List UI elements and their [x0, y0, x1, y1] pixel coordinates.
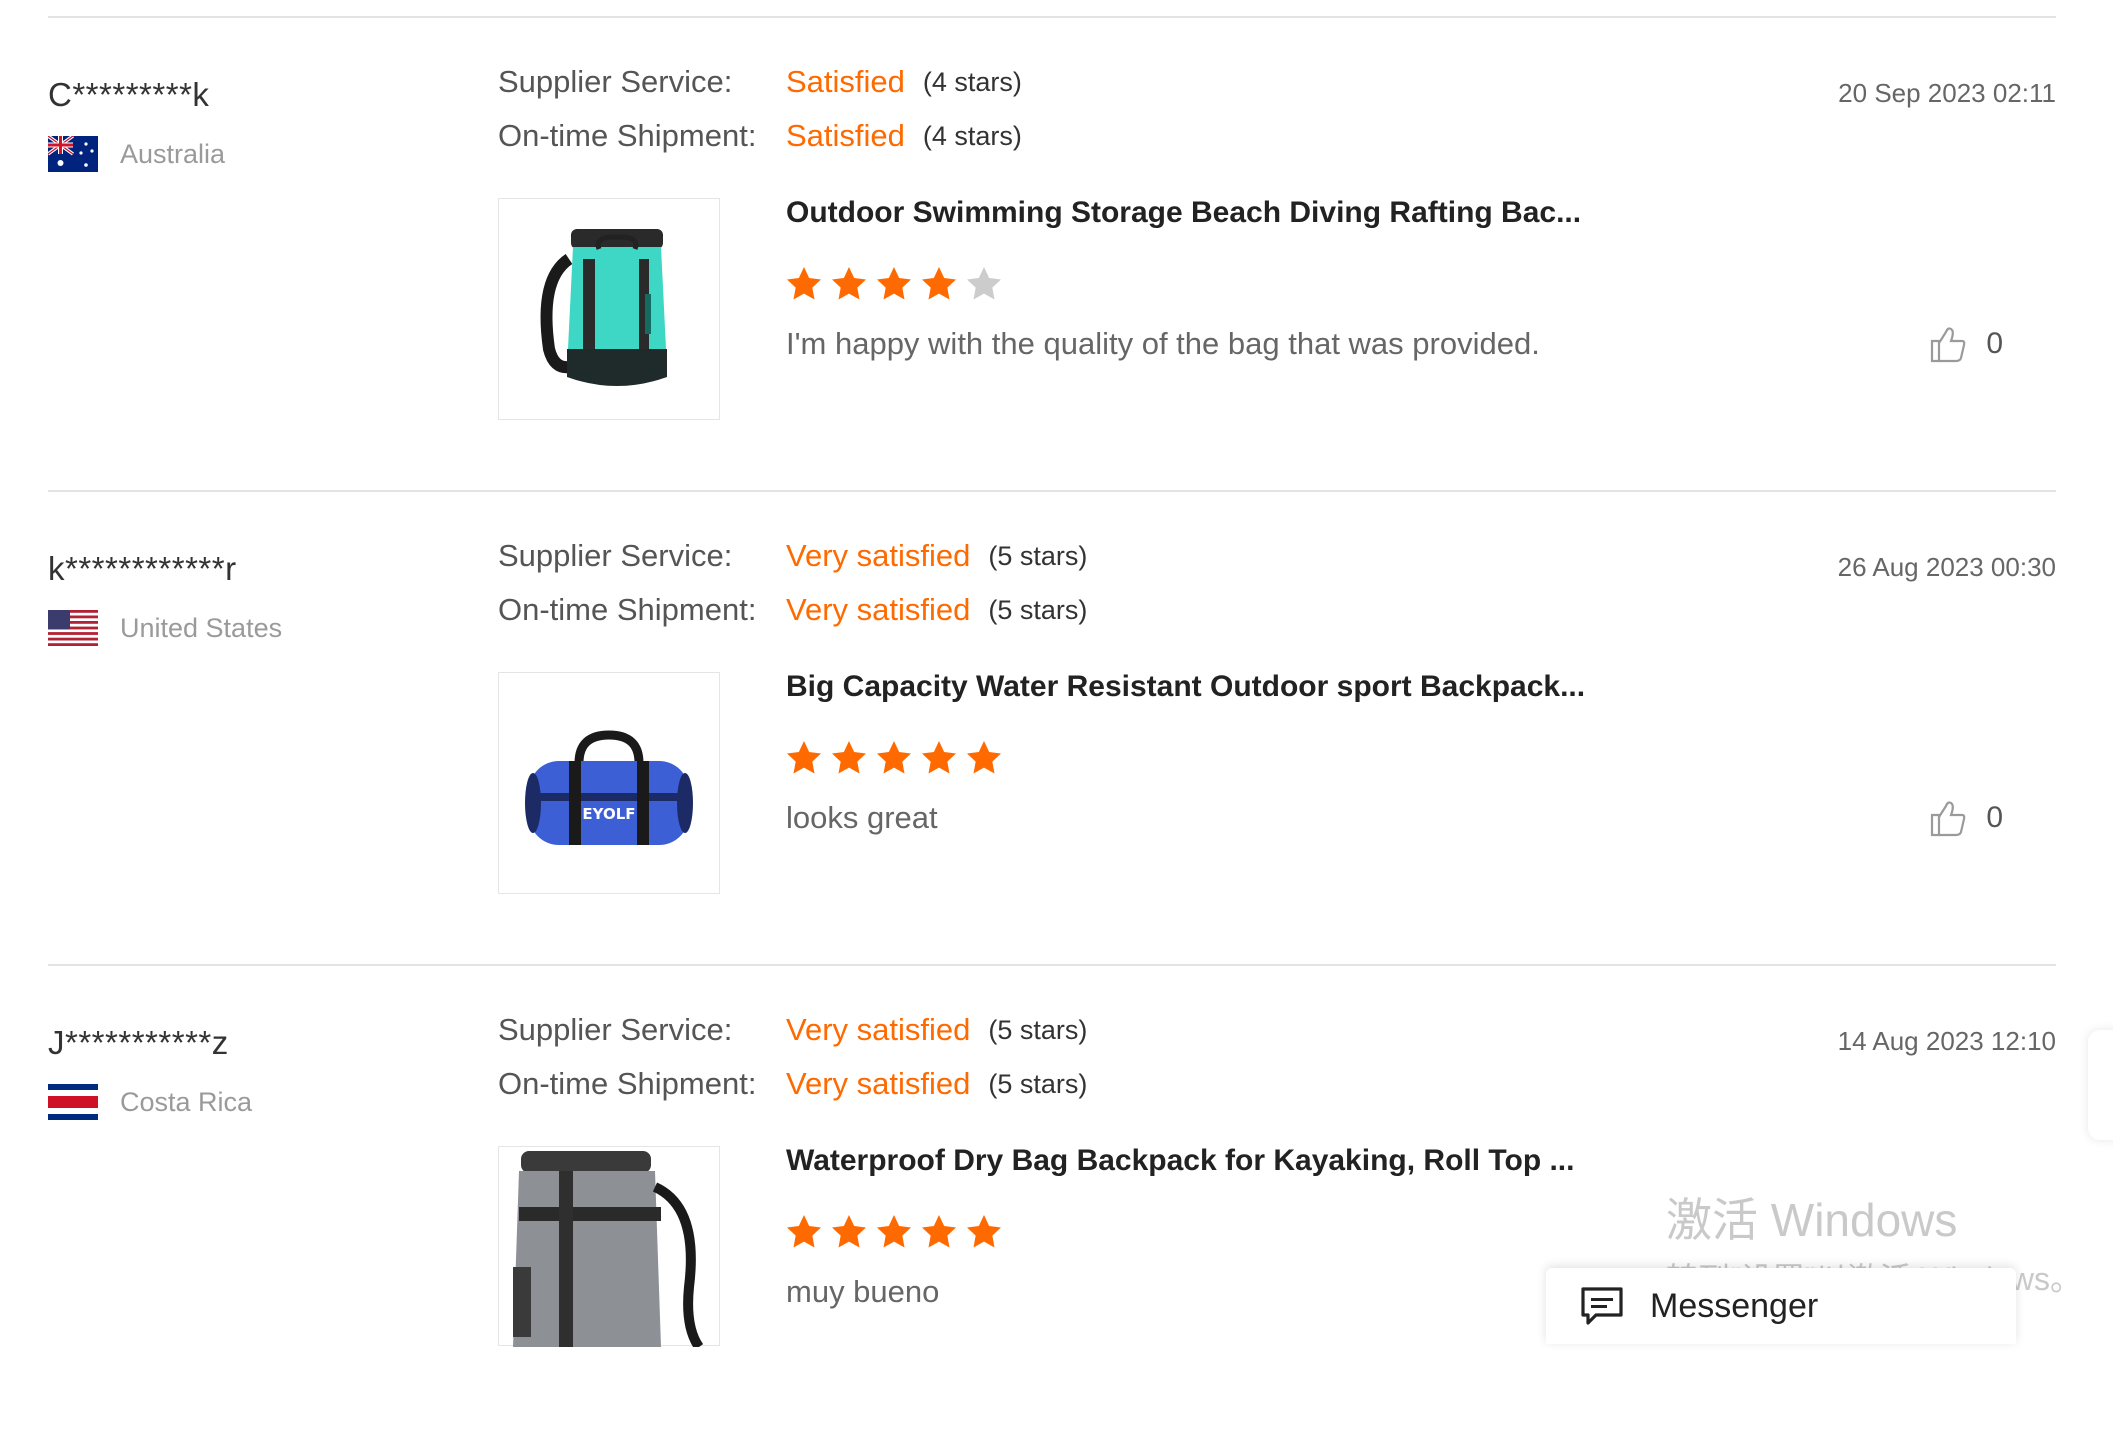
teal-dry-bag-backpack-image: [540, 229, 667, 386]
country-name: Australia: [120, 138, 226, 169]
thumbs-up-icon: [1931, 327, 1966, 363]
messenger-button[interactable]: Messenger: [1546, 1268, 2016, 1344]
country-name: United States: [120, 612, 283, 643]
supplier-service-stars: (4 stars): [922, 66, 1022, 97]
ontime-shipment-label: On-time Shipment:: [498, 118, 757, 153]
product-title[interactable]: Waterproof Dry Bag Backpack for Kayaking…: [786, 1144, 1574, 1178]
reviewer-name: k************r: [48, 550, 237, 587]
ontime-shipment-rating: On-time Shipment: Very satisfied (5 star…: [498, 588, 1087, 632]
costa-rica-flag-icon: [48, 1084, 98, 1120]
product-thumbnail[interactable]: [498, 1146, 720, 1350]
side-floating-tab[interactable]: [2088, 1030, 2113, 1140]
reviewer-name: C*********k: [48, 76, 210, 113]
ontime-shipment-value: Very satisfied: [786, 1066, 971, 1101]
product-thumbnail[interactable]: [498, 198, 720, 420]
star-filled-icon: [787, 741, 821, 774]
ontime-shipment-label: On-time Shipment:: [498, 592, 757, 627]
ontime-shipment-rating: On-time Shipment: Very satisfied (5 star…: [498, 1062, 1087, 1106]
supplier-service-label: Supplier Service:: [498, 1012, 733, 1047]
review-item: k************r United States Supplier Se…: [0, 490, 2113, 964]
review-date: 20 Sep 2023 02:11: [1838, 78, 2056, 108]
star-filled-icon: [832, 267, 866, 300]
reviewer-name: J***********z: [48, 1024, 229, 1061]
star-filled-icon: [877, 741, 911, 774]
star-empty-icon: [967, 267, 1001, 300]
star-rating: [784, 1212, 1009, 1252]
chat-icon: [1581, 1287, 1623, 1325]
star-rating: [784, 264, 1009, 304]
supplier-service-label: Supplier Service:: [498, 538, 733, 573]
ontime-shipment-value: Very satisfied: [786, 592, 971, 627]
ontime-shipment-stars: (4 stars): [922, 120, 1022, 151]
like-count: 0: [1986, 801, 2003, 834]
star-rating: [784, 738, 1009, 778]
reviewer-country: Costa Rica: [48, 1082, 252, 1122]
supplier-service-stars: (5 stars): [988, 1014, 1088, 1045]
reviewer-country: United States: [48, 608, 282, 648]
usa-flag-icon: [48, 610, 98, 646]
supplier-service-stars: (5 stars): [988, 540, 1088, 571]
ontime-shipment-rating: On-time Shipment: Satisfied (4 stars): [498, 114, 1022, 158]
review-item: C*********k Australia Supplier Service: …: [0, 16, 2113, 490]
thumbs-up-icon: [1931, 801, 1966, 837]
supplier-service-rating: Supplier Service: Very satisfied (5 star…: [498, 1008, 1087, 1052]
star-filled-icon: [787, 1215, 821, 1248]
star-filled-icon: [832, 1215, 866, 1248]
messenger-label: Messenger: [1650, 1286, 1819, 1325]
product-title[interactable]: Big Capacity Water Resistant Outdoor spo…: [786, 670, 1585, 704]
supplier-service-value: Very satisfied: [786, 538, 971, 573]
like-button[interactable]: 0: [1928, 798, 2003, 838]
star-filled-icon: [967, 741, 1001, 774]
blue-duffel-bag-image: EYOLF: [525, 730, 693, 845]
star-filled-icon: [787, 267, 821, 300]
product-title[interactable]: Outdoor Swimming Storage Beach Diving Ra…: [786, 196, 1581, 230]
country-name: Costa Rica: [120, 1086, 253, 1117]
star-filled-icon: [922, 741, 956, 774]
supplier-service-value: Satisfied: [786, 64, 905, 99]
watermark-title: 激活 Windows: [1666, 1194, 1958, 1246]
supplier-service-value: Very satisfied: [786, 1012, 971, 1047]
star-filled-icon: [877, 267, 911, 300]
review-comment: looks great: [786, 800, 938, 835]
ontime-shipment-stars: (5 stars): [988, 1068, 1088, 1099]
like-count: 0: [1986, 327, 2003, 360]
review-comment: I'm happy with the quality of the bag th…: [786, 326, 1540, 361]
review-date: 26 Aug 2023 00:30: [1837, 552, 2056, 582]
review-comment: muy bueno: [786, 1274, 940, 1309]
grey-dry-bag-backpack-image: [513, 1151, 704, 1350]
ontime-shipment-stars: (5 stars): [988, 594, 1088, 625]
reviewer-country: Australia: [48, 134, 225, 174]
ontime-shipment-label: On-time Shipment:: [498, 1066, 757, 1101]
product-thumbnail[interactable]: EYOLF: [498, 672, 720, 894]
supplier-service-rating: Supplier Service: Satisfied (4 stars): [498, 60, 1022, 104]
like-button[interactable]: 0: [1928, 324, 2003, 364]
review-date: 14 Aug 2023 12:10: [1837, 1026, 2056, 1056]
star-filled-icon: [922, 267, 956, 300]
brand-text: EYOLF: [582, 805, 635, 823]
ontime-shipment-value: Satisfied: [786, 118, 905, 153]
supplier-service-label: Supplier Service:: [498, 64, 733, 99]
australia-flag-icon: [48, 136, 98, 172]
star-filled-icon: [832, 741, 866, 774]
star-filled-icon: [922, 1215, 956, 1248]
supplier-service-rating: Supplier Service: Very satisfied (5 star…: [498, 534, 1087, 578]
star-filled-icon: [967, 1215, 1001, 1248]
star-filled-icon: [877, 1215, 911, 1248]
